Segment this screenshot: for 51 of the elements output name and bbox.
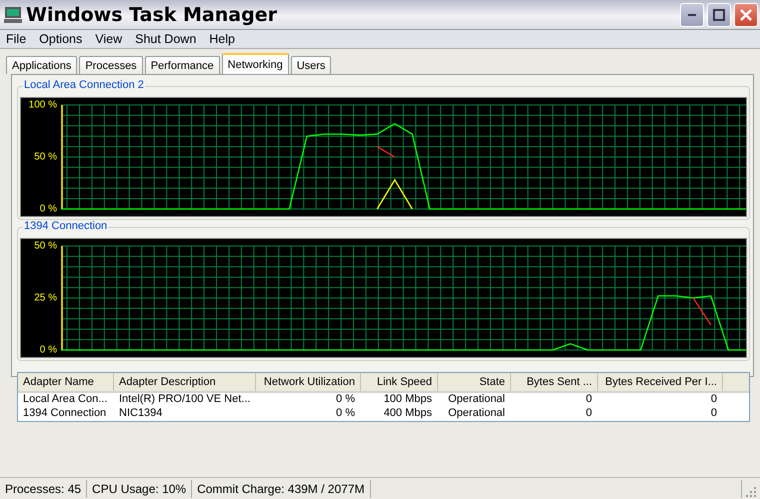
tab[interactable]: Users — [290, 56, 332, 74]
table-cell-text: 0 % — [335, 393, 356, 407]
close-button[interactable] — [734, 2, 758, 26]
tab[interactable]: Networking — [222, 53, 289, 74]
axis-label: 100 % — [28, 100, 57, 110]
axis-label: 25 % — [34, 292, 57, 304]
menu-item[interactable]: Shut Down — [131, 32, 200, 46]
axis-label: 50 % — [34, 240, 57, 252]
menu-item[interactable]: Options — [35, 32, 86, 46]
table-cell-text: 1394 Connection — [22, 407, 108, 421]
group-title: 1394 Connection — [23, 220, 108, 232]
table-cell-text: 0 — [710, 393, 718, 407]
tab[interactable]: Processes — [79, 56, 143, 74]
maximize-icon — [713, 8, 725, 20]
column-header[interactable]: Network Utilization — [256, 373, 361, 391]
axis-label: 0 % — [40, 344, 57, 356]
window-title: Windows Task Manager — [26, 4, 278, 26]
resize-grip-icon — [745, 486, 757, 498]
minimize-icon — [688, 14, 696, 16]
table-cell-text: 0 — [584, 393, 593, 407]
table-cell-text: 0 — [710, 407, 718, 421]
column-header[interactable]: Bytes Received Per I... — [598, 373, 723, 391]
table-cell-text: 400 Mbps — [382, 407, 433, 421]
table-cell-text: NIC1394 — [118, 407, 164, 421]
status-text: Commit Charge: 439M / 2077M — [192, 480, 370, 498]
computer-icon — [4, 6, 22, 24]
tab[interactable]: Performance — [144, 56, 220, 74]
table-cell-text: Local Area Con... — [22, 393, 108, 407]
table-cell-text: 0 — [584, 407, 593, 421]
column-header[interactable]: Link Speed — [361, 373, 438, 391]
table-cell-text: Intel(R) PRO/100 VE Net... — [118, 393, 252, 407]
menu-item[interactable]: Help — [205, 32, 239, 46]
status-text: Processes: 45 — [0, 480, 88, 498]
axis-label: 50 % — [34, 152, 57, 162]
menu-item[interactable]: File — [2, 32, 30, 46]
close-icon — [739, 8, 753, 22]
column-header[interactable]: Bytes Sent ... — [511, 373, 598, 391]
status-text: CPU Usage: 10% — [87, 480, 192, 498]
table-cell-text: 0 % — [335, 407, 356, 421]
column-header[interactable]: State — [438, 373, 511, 391]
group-title: Local Area Connection 2 — [23, 79, 145, 91]
maximize-button[interactable] — [707, 2, 731, 26]
column-header[interactable]: Adapter Description — [114, 373, 256, 391]
minimize-button[interactable] — [680, 2, 704, 26]
axis-label: 0 % — [40, 204, 57, 214]
table-cell-text: Operational — [447, 393, 506, 407]
tab[interactable]: Applications — [6, 56, 78, 74]
table-cell-text: Operational — [447, 407, 506, 421]
table-cell-text: 100 Mbps — [382, 393, 433, 407]
column-header[interactable]: Adapter Name — [18, 373, 114, 391]
menu-item[interactable]: View — [91, 32, 126, 46]
